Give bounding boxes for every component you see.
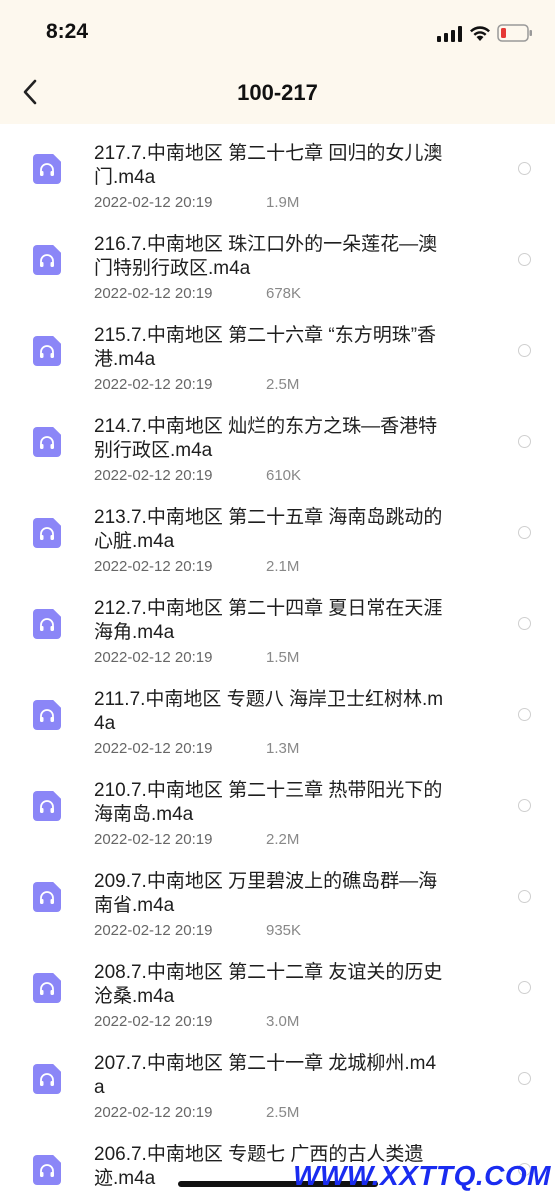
file-list-item[interactable]: 211.7.中南地区 专题八 海岸卫士红树林.m4a 2022-02-12 20:…: [0, 670, 555, 761]
file-name: 215.7.中南地区 第二十六章 “东方明珠”香港.m4a: [94, 325, 437, 370]
file-name: 212.7.中南地区 第二十四章 夏日常在天涯海角.m4a: [94, 598, 443, 643]
file-list-item[interactable]: 208.7.中南地区 第二十二章 友谊关的历史沧桑.m4a 2022-02-12 …: [0, 943, 555, 1034]
file-size: 610K: [266, 467, 302, 484]
select-radio[interactable]: [518, 162, 531, 175]
cellular-signal-icon: [437, 26, 462, 42]
audio-file-icon: [33, 609, 61, 639]
audio-file-icon: [33, 336, 61, 366]
status-time: 8:24: [46, 20, 89, 43]
select-radio[interactable]: [518, 890, 531, 903]
file-list-item[interactable]: 213.7.中南地区 第二十五章 海南岛跳动的心脏.m4a 2022-02-12 …: [0, 488, 555, 579]
file-size: 1.9M: [266, 194, 300, 211]
file-date: 2022-02-12 20:19: [94, 467, 213, 484]
select-radio[interactable]: [518, 617, 531, 630]
file-size: 2.5M: [266, 376, 300, 393]
file-date: 2022-02-12 20:19: [94, 194, 213, 211]
file-date: 2022-02-12 20:19: [94, 922, 213, 939]
file-size: 3.0M: [266, 1013, 300, 1030]
file-size: 935K: [266, 922, 302, 939]
file-list-item[interactable]: 215.7.中南地区 第二十六章 “东方明珠”香港.m4a 2022-02-12 …: [0, 306, 555, 397]
file-date: 2022-02-12 20:19: [94, 740, 213, 757]
file-size: 678K: [266, 285, 302, 302]
file-name: 216.7.中南地区 珠江口外的一朵莲花—澳门特别行政区.m4a: [94, 234, 438, 279]
audio-file-icon: [33, 700, 61, 730]
file-name: 208.7.中南地区 第二十二章 友谊关的历史沧桑.m4a: [94, 962, 443, 1007]
file-name: 214.7.中南地区 灿烂的东方之珠—香港特别行政区.m4a: [94, 416, 438, 461]
file-list: 217.7.中南地区 第二十七章 回归的女儿澳门.m4a 2022-02-12 2…: [0, 124, 555, 1200]
page-title: 100-217: [237, 80, 318, 105]
audio-file-icon: [33, 882, 61, 912]
audio-file-icon: [33, 245, 61, 275]
select-radio[interactable]: [518, 1072, 531, 1085]
audio-file-icon: [33, 1155, 61, 1185]
audio-file-icon: [33, 973, 61, 1003]
file-date: 2022-02-12 20:19: [94, 649, 213, 666]
header-area: 8:24 100-217: [0, 0, 555, 124]
file-name: 213.7.中南地区 第二十五章 海南岛跳动的心脏.m4a: [94, 507, 443, 552]
select-radio[interactable]: [518, 981, 531, 994]
file-list-item[interactable]: 209.7.中南地区 万里碧波上的礁岛群—海南省.m4a 2022-02-12 2…: [0, 852, 555, 943]
file-list-item[interactable]: 216.7.中南地区 珠江口外的一朵莲花—澳门特别行政区.m4a 2022-02-…: [0, 215, 555, 306]
select-radio[interactable]: [518, 253, 531, 266]
file-date: 2022-02-12 20:19: [94, 558, 213, 575]
file-name: 211.7.中南地区 专题八 海岸卫士红树林.m4a: [94, 689, 444, 734]
audio-file-icon: [33, 1064, 61, 1094]
file-date: 2022-02-12 20:19: [94, 376, 213, 393]
file-list-item[interactable]: 212.7.中南地区 第二十四章 夏日常在天涯海角.m4a 2022-02-12 …: [0, 579, 555, 670]
file-name: 217.7.中南地区 第二十七章 回归的女儿澳门.m4a: [94, 143, 443, 188]
audio-file-icon: [33, 427, 61, 457]
select-radio[interactable]: [518, 344, 531, 357]
select-radio[interactable]: [518, 708, 531, 721]
file-list-item[interactable]: 207.7.中南地区 第二十一章 龙城柳州.m4a 2022-02-12 20:1…: [0, 1034, 555, 1125]
file-date: 2022-02-12 20:19: [94, 831, 213, 848]
status-bar: 8:24: [0, 0, 555, 64]
audio-file-icon: [33, 154, 61, 184]
file-size: 1.5M: [266, 649, 300, 666]
select-radio[interactable]: [518, 435, 531, 448]
file-date: 2022-02-12 20:19: [94, 285, 213, 302]
file-date: 2022-02-12 20:19: [94, 1013, 213, 1030]
file-size: 2.1M: [266, 558, 300, 575]
wifi-icon: [470, 26, 490, 41]
file-size: 2.5M: [266, 1104, 300, 1121]
file-list-item[interactable]: 214.7.中南地区 灿烂的东方之珠—香港特别行政区.m4a 2022-02-12…: [0, 397, 555, 488]
select-radio[interactable]: [518, 799, 531, 812]
audio-file-icon: [33, 518, 61, 548]
file-list-item[interactable]: 217.7.中南地区 第二十七章 回归的女儿澳门.m4a 2022-02-12 2…: [0, 124, 555, 215]
navigation-bar: 100-217: [0, 64, 555, 124]
file-name: 209.7.中南地区 万里碧波上的礁岛群—海南省.m4a: [94, 871, 438, 916]
audio-file-icon: [33, 791, 61, 821]
file-name: 207.7.中南地区 第二十一章 龙城柳州.m4a: [94, 1053, 437, 1098]
battery-icon: [497, 24, 532, 42]
file-size: 2.2M: [266, 831, 300, 848]
file-name: 210.7.中南地区 第二十三章 热带阳光下的海南岛.m4a: [94, 780, 443, 825]
file-size: 1.3M: [266, 740, 300, 757]
select-radio[interactable]: [518, 526, 531, 539]
file-date: 2022-02-12 20:19: [94, 1104, 213, 1121]
watermark: WWW.XXTTQ.COM: [293, 1160, 551, 1191]
file-list-item[interactable]: 210.7.中南地区 第二十三章 热带阳光下的海南岛.m4a 2022-02-12…: [0, 761, 555, 852]
